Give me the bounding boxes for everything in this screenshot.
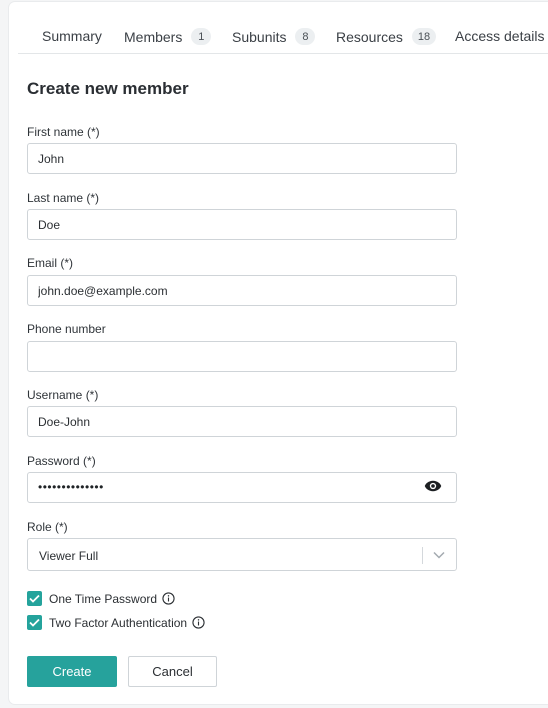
last-name-label: Last name (*) [27, 191, 100, 205]
username-field[interactable] [27, 406, 457, 437]
two-factor-auth-option: Two Factor Authentication [27, 615, 205, 630]
cancel-button[interactable]: Cancel [128, 656, 217, 687]
page-title: Create new member [27, 79, 189, 98]
email-label: Email (*) [27, 256, 74, 270]
chevron-down-icon [433, 551, 445, 559]
role-label: Role (*) [27, 520, 68, 534]
check-icon [29, 594, 40, 603]
tab-subunits[interactable]: Subunits 8 [232, 28, 316, 45]
count-badge: 18 [411, 28, 437, 45]
username-label: Username (*) [27, 388, 99, 402]
count-badge: 8 [295, 28, 316, 45]
info-icon[interactable] [192, 616, 205, 629]
first-name-label: First name (*) [27, 125, 100, 139]
phone-label: Phone number [27, 322, 106, 336]
tab-members[interactable]: Members 1 [124, 28, 212, 45]
role-select[interactable]: Viewer Full [27, 538, 457, 571]
tab-label: Resources [336, 28, 403, 45]
check-icon [29, 618, 40, 627]
one-time-password-option: One Time Password [27, 591, 175, 606]
create-button[interactable]: Create [27, 656, 117, 687]
phone-field[interactable] [27, 341, 457, 372]
first-name-field[interactable] [27, 143, 457, 174]
tab-label: Access details [455, 28, 545, 44]
select-divider [422, 547, 423, 564]
tab-bar: Summary Members 1 Subunits 8 Resources 1… [18, 0, 548, 54]
email-field[interactable] [27, 275, 457, 306]
tab-label: Subunits [232, 28, 287, 45]
last-name-field[interactable] [27, 209, 457, 240]
two-factor-auth-checkbox[interactable] [27, 615, 42, 630]
tab-access-details[interactable]: Access details [455, 28, 544, 44]
two-factor-auth-label: Two Factor Authentication [49, 615, 188, 630]
eye-icon[interactable] [424, 479, 442, 493]
password-mask: •••••••••••••• [38, 480, 104, 494]
password-label: Password (*) [27, 454, 96, 468]
count-badge: 1 [191, 28, 212, 45]
one-time-password-label: One Time Password [49, 591, 158, 606]
tab-label: Members [124, 28, 183, 45]
info-icon[interactable] [162, 592, 175, 605]
tab-label: Summary [42, 28, 102, 44]
tab-summary[interactable]: Summary [42, 28, 102, 44]
role-value: Viewer Full [39, 549, 99, 563]
one-time-password-checkbox[interactable] [27, 591, 42, 606]
tab-resources[interactable]: Resources 18 [336, 28, 437, 45]
